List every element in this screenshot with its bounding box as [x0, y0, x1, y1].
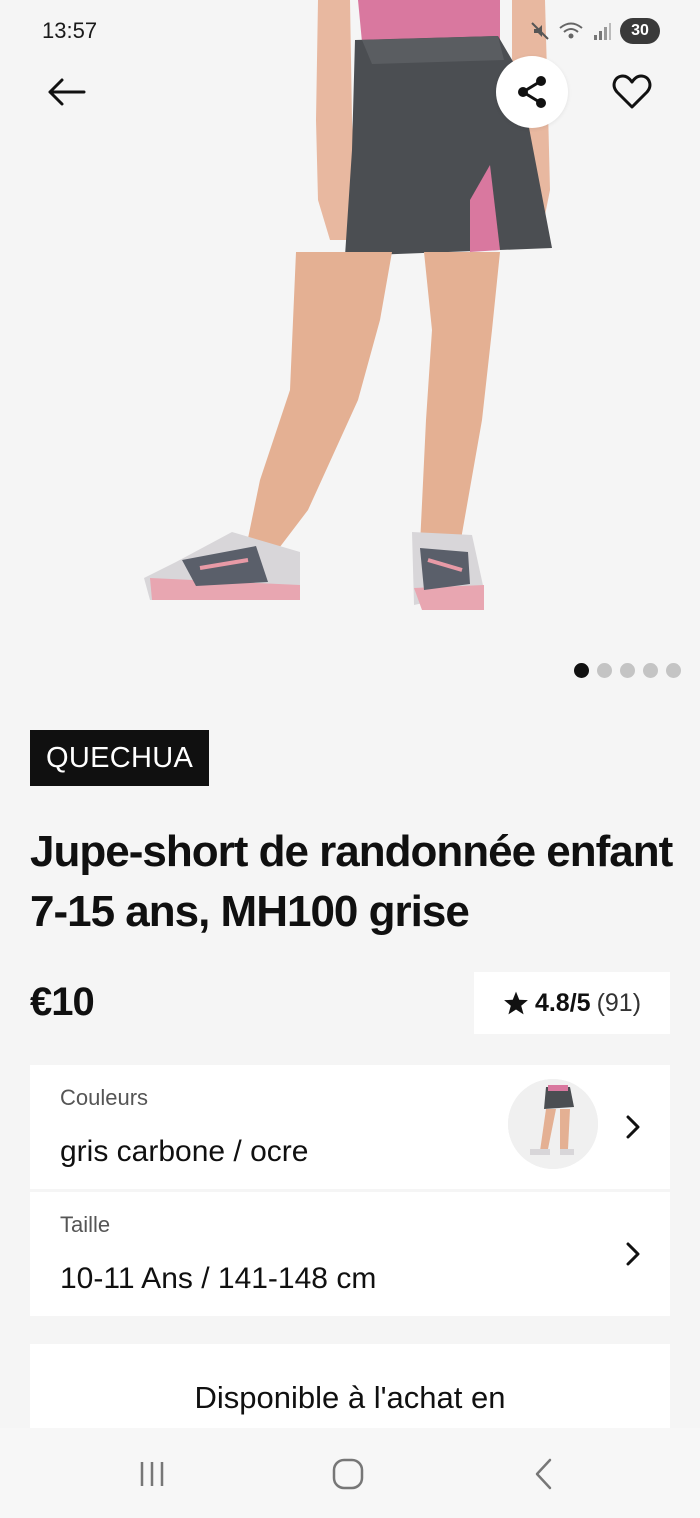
chevron-left-icon: [535, 1458, 552, 1490]
carousel-dot[interactable]: [666, 663, 681, 678]
product-price: €10: [30, 980, 95, 1024]
color-label: Couleurs: [60, 1085, 149, 1110]
availability-text: Disponible à l'achat en: [194, 1380, 506, 1415]
wifi-icon: [559, 22, 583, 39]
star-icon: [504, 991, 528, 1015]
chevron-right-icon: [626, 1115, 640, 1139]
carousel-dot[interactable]: [620, 663, 635, 678]
battery-indicator: 30: [620, 18, 660, 44]
recent-apps-icon: [140, 1462, 164, 1486]
product-image[interactable]: [0, 0, 700, 705]
signal-icon: [594, 23, 611, 40]
product-photo: [144, 0, 552, 610]
recent-apps-button[interactable]: [122, 1452, 182, 1496]
favorite-button[interactable]: [600, 62, 664, 122]
size-selector[interactable]: Taille 10-11 Ans / 141-148 cm: [30, 1192, 670, 1316]
carousel-dot[interactable]: [597, 663, 612, 678]
size-value: 10-11 Ans / 141-148 cm: [60, 1262, 377, 1295]
rating-badge[interactable]: 4.8/5 (91): [474, 972, 670, 1034]
color-value: gris carbone / ocre: [60, 1135, 309, 1168]
color-thumbnail-image: [508, 1079, 598, 1169]
heart-outline-icon: [612, 74, 652, 109]
product-title: Jupe-short de randonnée enfant 7-15 ans,…: [30, 827, 673, 936]
share-button[interactable]: [496, 56, 568, 128]
arrow-left-icon: [48, 78, 86, 106]
status-time: 13:57: [42, 18, 98, 43]
mute-icon: [531, 22, 549, 40]
size-label: Taille: [60, 1212, 111, 1237]
back-button[interactable]: [36, 64, 96, 120]
chevron-right-icon: [626, 1242, 640, 1266]
color-selector[interactable]: Couleurs gris carbone / ocre: [30, 1065, 670, 1189]
rating-score: 4.8/5: [534, 988, 591, 1017]
status-bar: 13:57 30: [0, 0, 700, 64]
system-navigation-bar: [0, 1428, 700, 1518]
status-icons: 30: [530, 18, 660, 44]
carousel-indicator: [574, 663, 681, 678]
home-icon: [332, 1458, 364, 1490]
rating-count: (91): [596, 988, 642, 1017]
carousel-dot[interactable]: [643, 663, 658, 678]
carousel-dot-active[interactable]: [574, 663, 589, 678]
home-button[interactable]: [318, 1452, 378, 1496]
color-thumbnail: [508, 1079, 598, 1169]
system-back-button[interactable]: [514, 1452, 574, 1496]
share-icon: [518, 76, 546, 108]
brand-tag[interactable]: QUECHUA: [30, 730, 210, 786]
